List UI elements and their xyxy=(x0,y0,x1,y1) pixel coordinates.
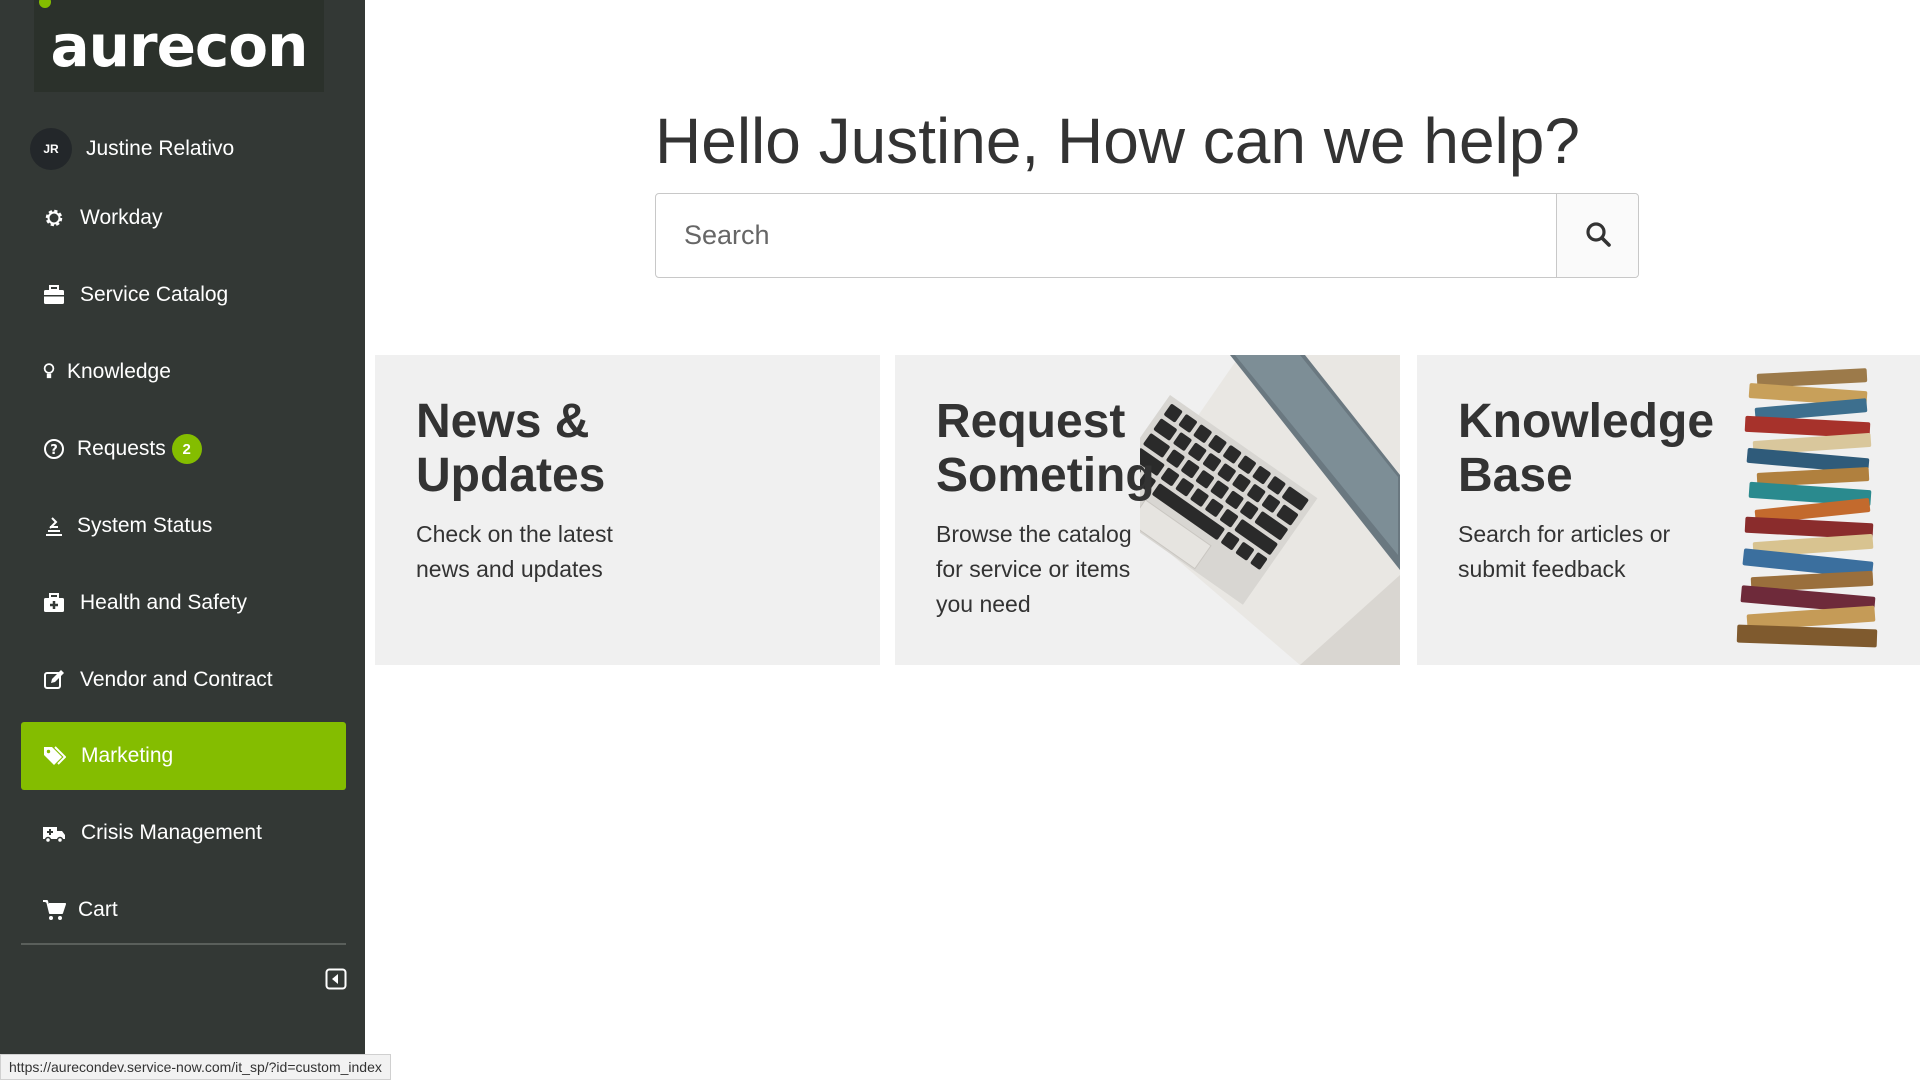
user-menu[interactable]: JR Justine Relativo xyxy=(30,128,234,170)
medkit-icon xyxy=(41,590,67,616)
sidebar: aurecon JR Justine Relativo Workday Serv… xyxy=(0,0,365,1080)
sidebar-item-label: Service Catalog xyxy=(80,283,229,306)
sidebar-item-system-status[interactable]: System Status xyxy=(21,492,346,560)
books-image xyxy=(1736,368,1878,648)
user-name: Justine Relativo xyxy=(86,137,235,160)
search-button[interactable] xyxy=(1556,194,1638,277)
sidebar-item-label: Vendor and Contract xyxy=(80,668,273,691)
sidebar-item-label: Cart xyxy=(78,898,118,921)
avatar: JR xyxy=(30,128,72,170)
sidebar-item-workday[interactable]: Workday xyxy=(21,184,346,252)
sidebar-item-vendor-and-contract[interactable]: Vendor and Contract xyxy=(21,646,346,714)
sidebar-divider xyxy=(21,943,346,945)
logo-dot xyxy=(39,0,51,8)
gear-icon xyxy=(41,205,67,231)
sidebar-item-crisis-management[interactable]: Crisis Management xyxy=(21,799,346,867)
requests-count-badge: 2 xyxy=(171,434,202,464)
question-circle-icon: ? xyxy=(41,436,67,462)
sidebar-item-marketing[interactable]: Marketing xyxy=(21,722,346,790)
sidebar-item-label: Marketing xyxy=(81,744,174,767)
sidebar-item-label: Workday xyxy=(80,206,163,229)
logo-text: aurecon xyxy=(50,12,309,80)
lightbulb-icon xyxy=(41,359,57,385)
card-title: Knowledge Base xyxy=(1458,395,1715,502)
card-title: News & Updates xyxy=(416,395,606,502)
request-something-card[interactable]: Request Someting Browse the catalog for … xyxy=(895,355,1400,665)
sidebar-item-label: Requests xyxy=(77,437,166,460)
sidebar-item-health-and-safety[interactable]: Health and Safety xyxy=(21,569,346,637)
aurecon-logo[interactable]: aurecon xyxy=(34,0,324,92)
collapse-icon xyxy=(325,968,347,993)
sidebar-item-label: Crisis Management xyxy=(81,821,262,844)
collapse-sidebar-button[interactable] xyxy=(325,968,347,990)
card-description: Check on the latest news and updates xyxy=(416,521,613,582)
knowledge-base-card[interactable]: Knowledge Base Search for articles or su… xyxy=(1417,355,1920,665)
cart-icon xyxy=(41,897,67,923)
card-description: Search for articles or submit feedback xyxy=(1458,521,1671,582)
sidebar-item-label: System Status xyxy=(77,514,213,537)
sidebar-item-label: Health and Safety xyxy=(80,591,247,614)
news-and-updates-card[interactable]: News & Updates Check on the latest news … xyxy=(375,355,880,665)
search-input[interactable] xyxy=(656,194,1556,277)
card-description: Browse the catalog for service or items … xyxy=(936,521,1132,617)
status-bar-url: https://aurecondev.service-now.com/it_sp… xyxy=(0,1054,391,1080)
sidebar-item-knowledge[interactable]: Knowledge xyxy=(21,338,346,406)
main-content: Hello Justine, How can we help? News & U… xyxy=(365,0,1920,1080)
sidebar-item-service-catalog[interactable]: Service Catalog xyxy=(21,261,346,329)
sidebar-item-label: Knowledge xyxy=(67,360,171,383)
edit-icon xyxy=(41,667,67,693)
search-bar xyxy=(655,193,1639,278)
tags-icon xyxy=(41,743,67,769)
sidebar-item-cart[interactable]: Cart xyxy=(21,876,346,944)
svg-text:?: ? xyxy=(50,443,58,458)
briefcase-icon xyxy=(41,282,67,308)
ambulance-icon xyxy=(41,820,67,846)
page-title: Hello Justine, How can we help? xyxy=(655,105,1580,177)
status-icon xyxy=(41,513,67,539)
search-icon xyxy=(1584,220,1612,251)
sidebar-item-requests[interactable]: ? Requests 2 xyxy=(21,415,346,483)
card-title: Request Someting xyxy=(936,395,1155,502)
